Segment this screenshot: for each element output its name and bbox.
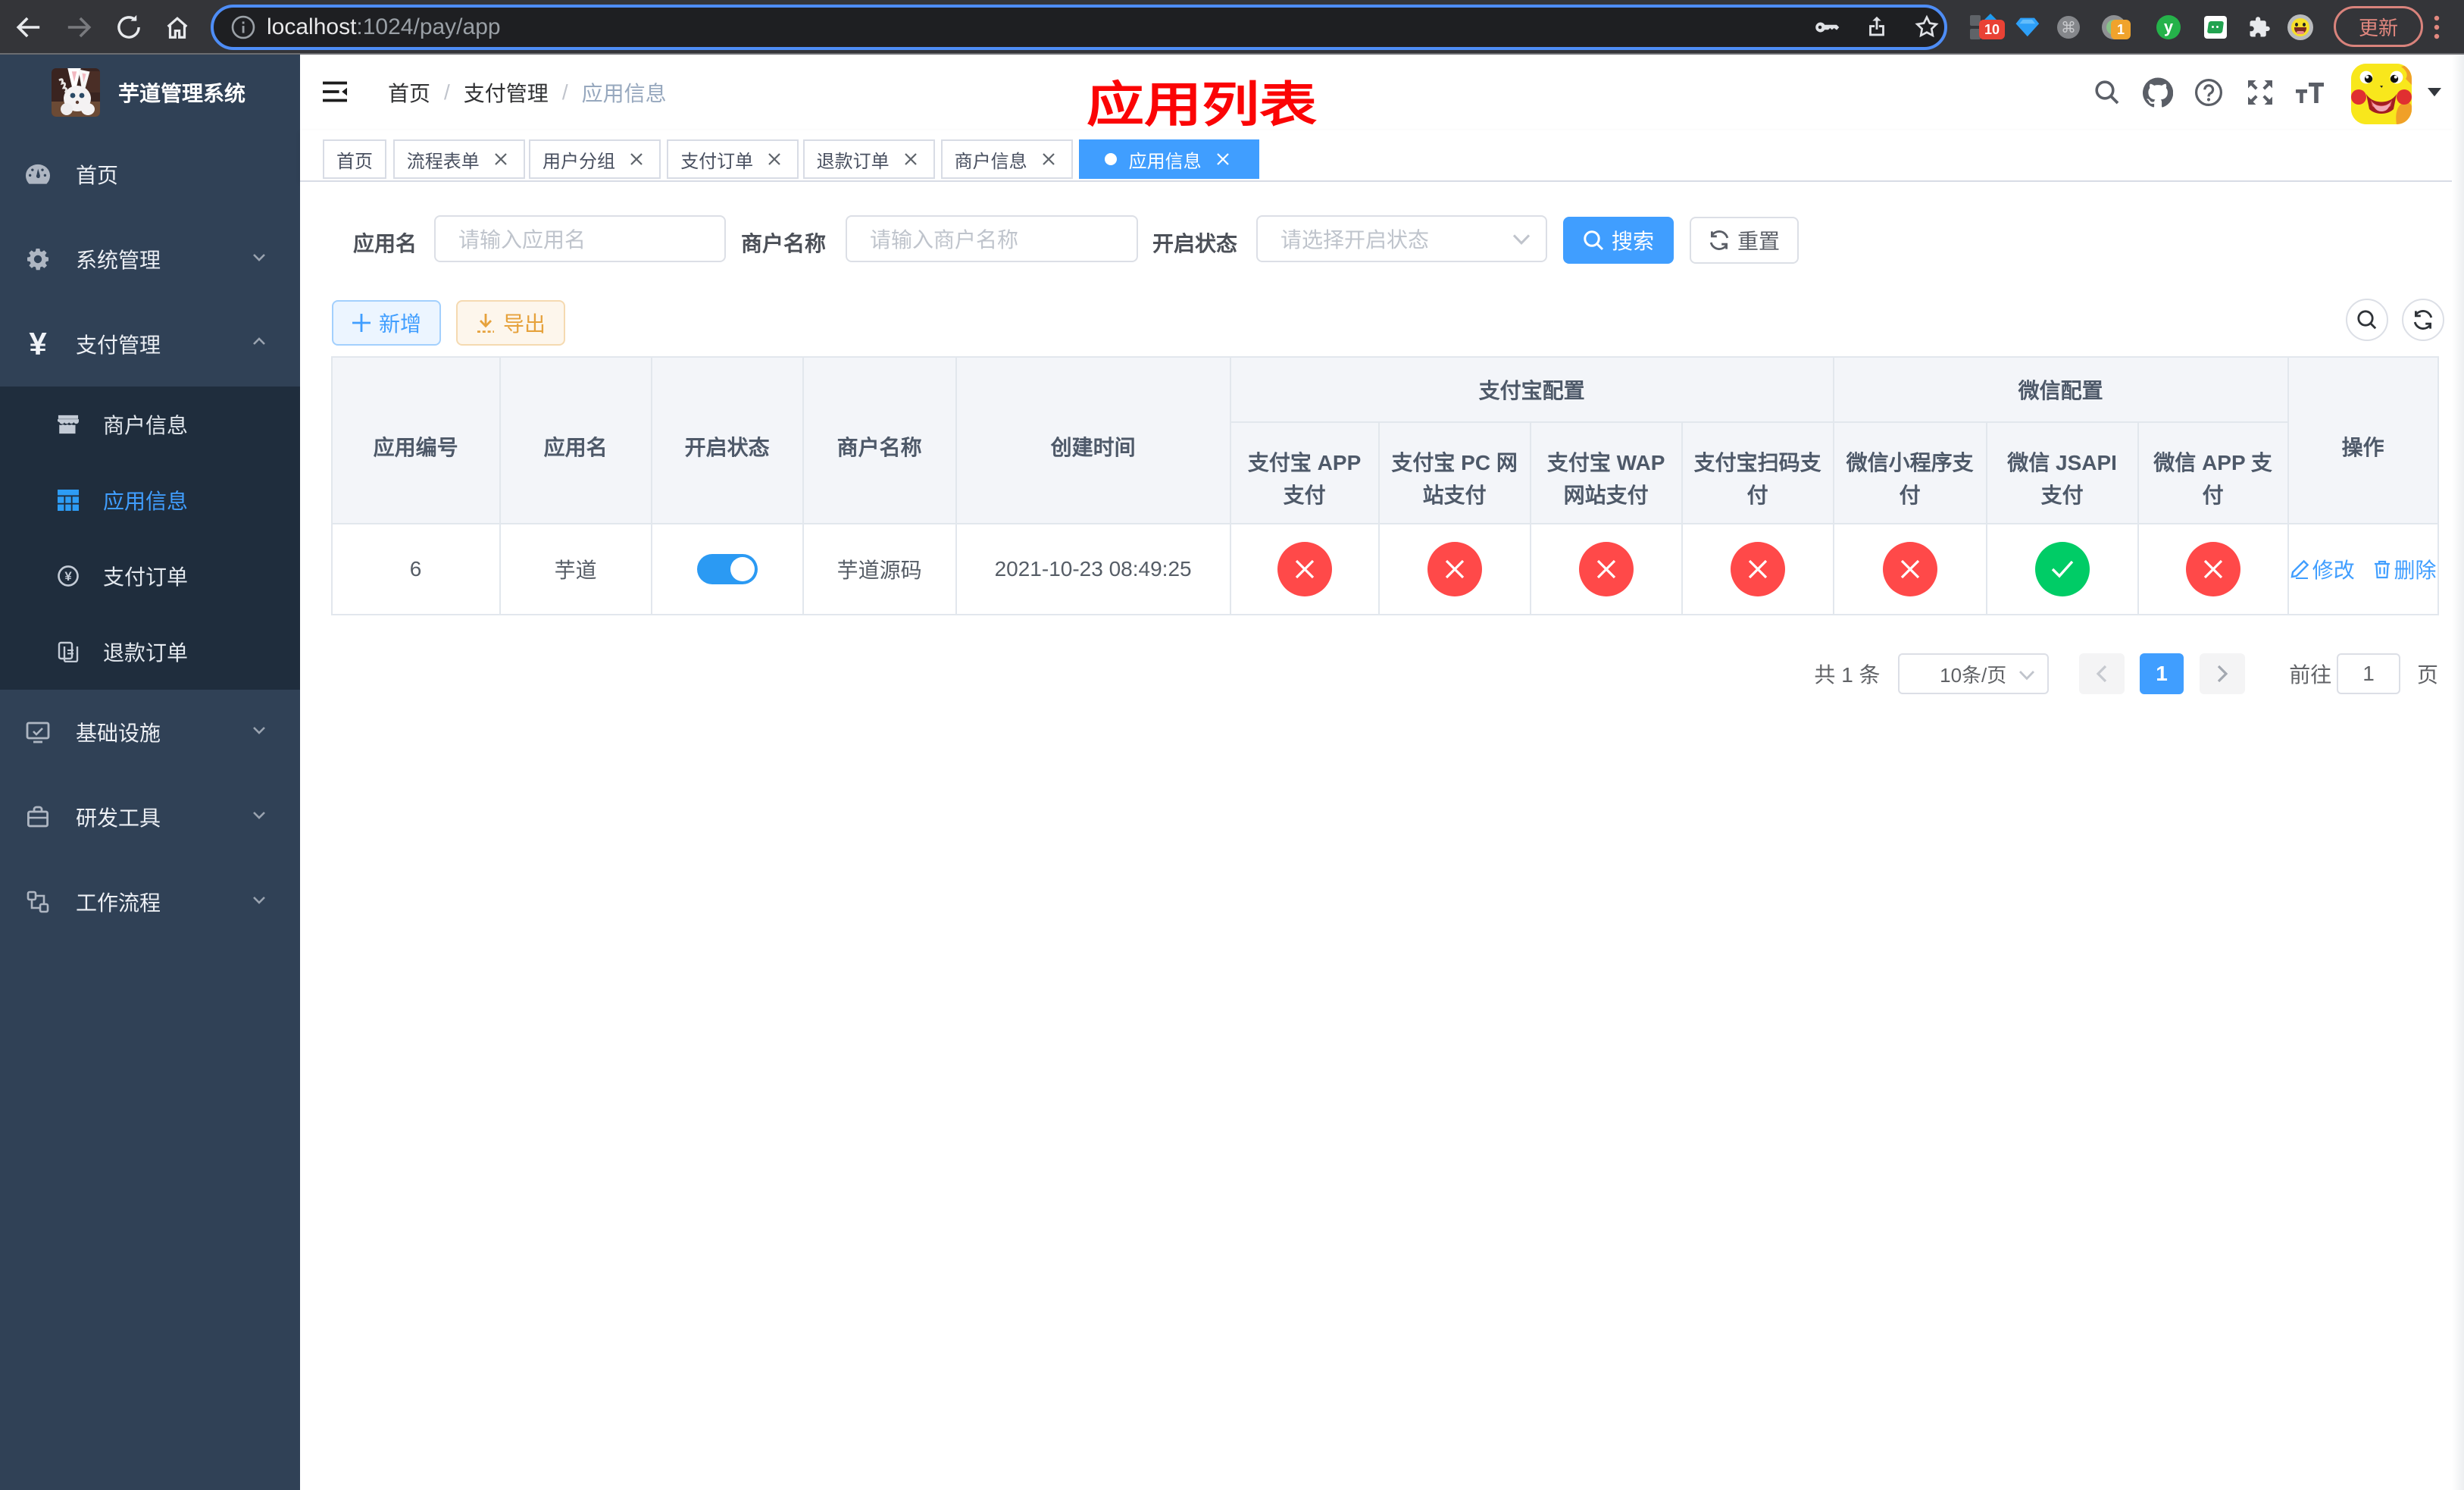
svg-text:¥: ¥ [64, 569, 72, 584]
